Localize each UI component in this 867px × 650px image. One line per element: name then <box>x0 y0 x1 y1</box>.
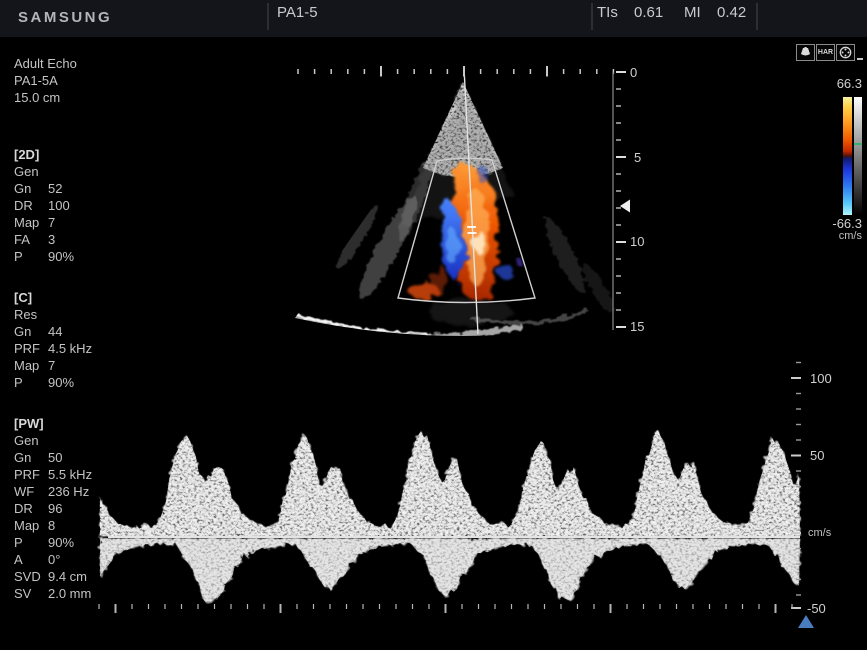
param-label: Gn <box>14 180 48 197</box>
param-label: Map <box>14 214 48 231</box>
color-scale-max: 66.3 <box>828 76 862 91</box>
param-value: 0° <box>48 551 92 568</box>
pw-spectrum <box>100 430 800 602</box>
preset-info: Adult Echo PA1-5A 15.0 cm <box>14 55 77 106</box>
param-label: A <box>14 551 48 568</box>
param-value: 50 <box>48 449 92 466</box>
param-value: 2.0 mm <box>48 585 92 602</box>
param-label: SV <box>14 585 48 602</box>
params-color: [C] Res Gn44 PRF4.5 kHz Map7 P90% <box>14 289 92 391</box>
focus-marker-icon <box>620 200 630 213</box>
param-label: FA <box>14 231 48 248</box>
param-label: Map <box>14 517 48 534</box>
param-label: Res <box>14 306 48 323</box>
param-label: PRF <box>14 340 48 357</box>
param-value: 44 <box>48 323 92 340</box>
pw-scale-mid: 50 <box>810 448 824 463</box>
imaging-canvas <box>0 0 867 650</box>
param-value: 96 <box>48 500 92 517</box>
sweep-marker-icon <box>798 615 814 628</box>
param-label: SVD <box>14 568 48 585</box>
params-pw-title: [PW] <box>14 415 92 432</box>
transducer-name: PA1-5A <box>14 72 77 89</box>
param-label: DR <box>14 197 48 214</box>
param-label: Gn <box>14 449 48 466</box>
param-value: 8 <box>48 517 92 534</box>
param-value: 9.4 cm <box>48 568 92 585</box>
param-label: Gen <box>14 432 48 449</box>
param-value: 4.5 kHz <box>48 340 92 357</box>
pw-scale-unit: cm/s <box>808 527 831 539</box>
depth-setting: 15.0 cm <box>14 89 77 106</box>
grayscale-marker <box>854 143 862 145</box>
param-value: 5.5 kHz <box>48 466 92 483</box>
param-label: DR <box>14 500 48 517</box>
param-label: P <box>14 248 48 265</box>
depth-tick-label: 15 <box>630 319 644 334</box>
param-label: Gn <box>14 323 48 340</box>
ultrasound-screen: SAMSUNG PA1-5 TIs 0.61 MI 0.42 HAR <box>0 0 867 650</box>
param-value: 90% <box>48 248 74 265</box>
depth-tick-label: 5 <box>634 150 641 165</box>
params-2d-title: [2D] <box>14 146 74 163</box>
pw-scale-min: -50 <box>807 601 826 616</box>
param-value: 236 Hz <box>48 483 92 500</box>
lateral-ruler <box>298 66 613 77</box>
param-value <box>48 306 92 323</box>
param-label: Gen <box>14 163 48 180</box>
param-value: 100 <box>48 197 74 214</box>
params-2d: [2D] Gen Gn52 DR100 Map7 FA3 P90% <box>14 146 74 265</box>
param-value: 7 <box>48 357 92 374</box>
depth-tick-label: 10 <box>630 234 644 249</box>
exam-preset: Adult Echo <box>14 55 77 72</box>
grayscale-bar <box>854 97 862 215</box>
color-scale-unit: cm/s <box>826 230 862 242</box>
depth-tick-label: 0 <box>630 65 637 80</box>
param-value <box>48 432 92 449</box>
time-ruler <box>99 604 792 613</box>
depth-ruler <box>613 72 626 330</box>
param-value: 90% <box>48 374 92 391</box>
param-label: P <box>14 374 48 391</box>
params-pw: [PW] Gen Gn50 PRF5.5 kHz WF236 Hz DR96 M… <box>14 415 92 602</box>
params-color-title: [C] <box>14 289 92 306</box>
param-label: P <box>14 534 48 551</box>
param-value: 52 <box>48 180 74 197</box>
param-label: WF <box>14 483 48 500</box>
param-value: 3 <box>48 231 74 248</box>
param-value: 7 <box>48 214 74 231</box>
param-value <box>48 163 74 180</box>
color-scale-min: -66.3 <box>824 216 862 231</box>
pw-scale-max: 100 <box>810 371 832 386</box>
param-label: Map <box>14 357 48 374</box>
param-label: PRF <box>14 466 48 483</box>
param-value: 90% <box>48 534 92 551</box>
color-doppler-scale-bar <box>843 97 852 215</box>
